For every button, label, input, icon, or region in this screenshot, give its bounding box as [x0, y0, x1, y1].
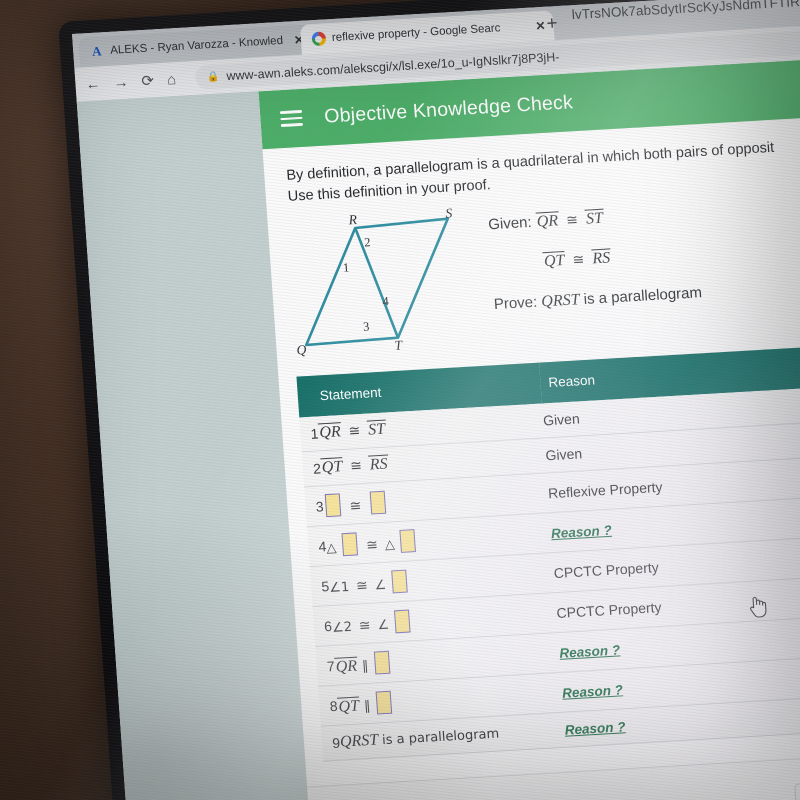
svg-text:2: 2 [364, 235, 371, 249]
statement-text: ∠1 [328, 579, 350, 597]
prove-label: Prove: [493, 293, 538, 314]
home-icon[interactable]: ⌂ [166, 71, 176, 88]
given-1-left: QR [535, 211, 560, 231]
congruent-icon: ≅ [349, 458, 363, 475]
segment-label: QT [320, 457, 344, 477]
reason-link[interactable]: Reason ? [550, 522, 612, 540]
aleks-content: Objective Knowledge Check By definition,… [258, 55, 800, 800]
segment-label: QT [336, 696, 361, 716]
statement-text: is a parallelogram [381, 726, 500, 749]
statement-text: ∠ [376, 617, 390, 634]
statement-text: ∥ [363, 698, 371, 715]
svg-text:1: 1 [342, 260, 349, 274]
svg-text:R: R [347, 212, 358, 228]
reason-link[interactable]: Reason ? [559, 642, 621, 660]
given-prove-block: Given: QR ≅ ST QT ≅ RS Prove: QRST is a … [487, 194, 705, 351]
congruent-icon: ≅ [572, 251, 585, 269]
row-number: 1 [299, 416, 320, 452]
proof-table-body: 1 QR ≅ ST Given 2 QT ≅ RS Given 3 ≅ Reflexiv… [299, 383, 800, 762]
given-2-left: QT [542, 251, 567, 271]
svg-text:3: 3 [363, 319, 370, 333]
page-title: Objective Knowledge Check [323, 90, 574, 128]
google-g-icon [310, 31, 326, 47]
parallelogram-QRST-diagram: Q R S T 1 2 3 4 [279, 205, 489, 363]
statement-text: ∠2 [331, 619, 353, 636]
answer-blank-input[interactable] [375, 690, 392, 715]
congruent-icon: ≅ [348, 498, 362, 515]
proof-table: Statement Reason 1 QR ≅ ST Given 2 QT ≅ RS … [296, 342, 800, 762]
answer-blank-input[interactable] [391, 569, 408, 594]
diagram-svg: Q R S T 1 2 3 4 [296, 205, 453, 358]
segment-label: ST [366, 419, 387, 439]
page-body: Objective Knowledge Check By definition,… [76, 55, 800, 800]
given-2-right: RS [590, 248, 612, 268]
answer-blank-input[interactable] [393, 609, 411, 634]
congruent-icon: ≅ [348, 423, 361, 440]
statement-text: ∠ [374, 577, 387, 594]
answer-blank-input[interactable] [399, 529, 417, 553]
reload-icon[interactable]: ⟳ [141, 72, 155, 90]
prove-subject: QRST [540, 291, 581, 311]
segment-label: QR [334, 656, 359, 676]
svg-text:Q: Q [296, 342, 307, 358]
laptop-screen: A ALEKS - Ryan Varozza - Knowled ✕ refle… [72, 0, 800, 800]
congruent-icon: ≅ [355, 577, 369, 595]
svg-text:T: T [394, 337, 404, 352]
aleks-a-icon: A [91, 43, 102, 59]
url-overflow-text: lvTrsNOk7abSdytIrScKyJsNdmTFTIRvCkyCLrFt… [571, 0, 800, 23]
answer-blank-input[interactable] [341, 532, 358, 557]
browser-window: A ALEKS - Ryan Varozza - Knowled ✕ refle… [72, 0, 800, 800]
given-line-2: QT ≅ RS [491, 244, 700, 274]
reason-text: CPCTC Property [553, 558, 660, 581]
statement-text: △ [384, 537, 396, 553]
answer-blank-input[interactable] [324, 493, 342, 518]
bottom-right-button[interactable] [794, 776, 800, 800]
reason-text: Reflexive Property [547, 478, 663, 501]
reason-text: Given [542, 410, 581, 429]
answer-blank-input[interactable] [369, 490, 386, 515]
reason-text: CPCTC Property [555, 598, 662, 621]
proof-table-wrap: Statement Reason 1 QR ≅ ST Given 2 QT ≅ RS … [296, 342, 800, 762]
tab-label: ALEKS - Ryan Varozza - Knowled [109, 34, 284, 57]
reason-link[interactable]: Reason ? [564, 719, 626, 737]
figure-label: QRST [339, 731, 379, 751]
prove-rest: is a parallelogram [583, 284, 703, 308]
answer-blank-input[interactable] [373, 650, 391, 675]
statement-text: ∥ [361, 658, 370, 675]
segment-label: QR [317, 422, 343, 442]
svg-text:S: S [445, 207, 453, 221]
new-tab-button[interactable]: + [546, 13, 559, 35]
given-line-1: Given: QR ≅ ST [488, 204, 697, 234]
back-icon[interactable]: ← [85, 75, 101, 93]
svg-text:4: 4 [382, 294, 390, 308]
congruent-icon: ≅ [565, 212, 579, 229]
statement-text: △ [326, 540, 338, 557]
prove-line: Prove: QRST is a parallelogram [493, 284, 702, 314]
forward-icon[interactable]: → [113, 73, 129, 91]
row-number: 2 [301, 450, 323, 487]
tab-label: reflexive property - Google Searc [331, 22, 501, 45]
reason-text: Given [544, 445, 583, 464]
reason-link[interactable]: Reason ? [562, 682, 624, 700]
lock-icon: 🔒 [206, 71, 220, 83]
given-1-right: ST [584, 208, 605, 228]
congruent-icon: ≅ [358, 617, 372, 635]
row-number: 9 [320, 725, 342, 762]
congruent-icon: ≅ [365, 537, 379, 554]
segment-label: RS [368, 454, 390, 474]
photo-of-laptop-screen: A ALEKS - Ryan Varozza - Knowled ✕ refle… [0, 0, 800, 800]
hamburger-menu-icon[interactable] [279, 110, 303, 127]
close-icon[interactable]: ✕ [535, 19, 546, 34]
given-label: Given: [487, 213, 533, 234]
